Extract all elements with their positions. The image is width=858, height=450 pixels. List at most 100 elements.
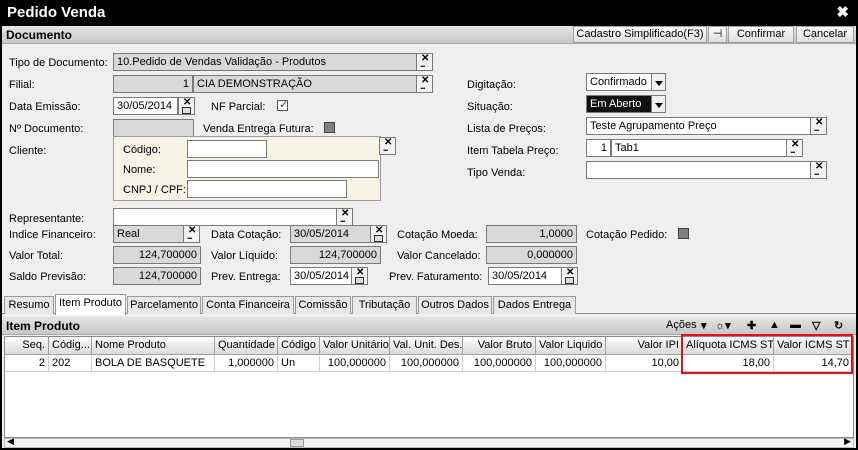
filial-name-field[interactable]: CIA DEMONSTRAÇÃO	[193, 75, 417, 93]
col-header-codigo-unidade[interactable]: Código	[278, 337, 320, 355]
prev-faturamento-field[interactable]: 30/05/2014	[488, 267, 562, 285]
tipo-documento-lookup-button[interactable]: ✕...	[416, 53, 433, 71]
item-tabela-preco-lookup-button[interactable]: ✕...	[786, 139, 803, 157]
cliente-nome-input[interactable]	[187, 160, 379, 178]
indice-financeiro-field[interactable]: Real	[113, 225, 184, 243]
prev-entrega-field[interactable]: 30/05/2014	[290, 267, 352, 285]
cliente-codigo-label: Código:	[123, 144, 161, 156]
col-header-val-unit-des[interactable]: Val. Unit. Des.	[390, 337, 463, 355]
cadastro-simplificado-button[interactable]: Cadastro Simplificado(F3)	[573, 26, 707, 43]
confirmar-button[interactable]: Confirmar	[728, 26, 794, 43]
chevron-down-icon[interactable]: ▾	[701, 319, 707, 332]
horizontal-scrollbar[interactable]: ◀ ▶	[4, 436, 854, 448]
filter-icon[interactable]: ▽	[812, 319, 820, 332]
col-header-nome-produto[interactable]: Nome Produto	[92, 337, 215, 355]
digitacao-select[interactable]: Confirmado	[586, 73, 652, 91]
tipo-documento-field[interactable]: 10.Pedido de Vendas Validação - Produtos	[113, 53, 417, 71]
numero-documento-field[interactable]	[113, 119, 194, 137]
cotacao-pedido-label: Cotação Pedido:	[586, 229, 668, 241]
prev-entrega-calendar-button[interactable]: ✕	[351, 267, 368, 285]
data-emissao-field[interactable]: 30/05/2014	[113, 97, 178, 115]
data-emissao-calendar-button[interactable]: ✕	[178, 97, 195, 115]
pin-icon[interactable]: ⊣	[708, 26, 727, 43]
cotacao-moeda-field[interactable]: 1,0000	[486, 225, 577, 243]
table-row-cell-valor-ipi[interactable]: 10,00	[606, 356, 683, 372]
tab-item-produto[interactable]: Item Produto	[55, 294, 126, 315]
tipo-venda-field[interactable]	[586, 161, 811, 179]
table-row-cell-codigo[interactable]: 202	[49, 356, 92, 372]
table-row-cell-valor-unitario[interactable]: 100,000000	[320, 356, 390, 372]
documento-header: Documento Cadastro Simplificado(F3) ⊣ Co…	[2, 26, 856, 44]
col-header-valor-unitario[interactable]: Valor Unitário	[320, 337, 390, 355]
cliente-lookup-button[interactable]: ✕...	[379, 137, 396, 155]
tab-dados-entrega[interactable]: Dados Entrega	[493, 296, 576, 314]
tab-parcelamento[interactable]: Parcelamento	[127, 296, 201, 314]
data-emissao-label: Data Emissão:	[9, 101, 81, 113]
cancelar-button[interactable]: Cancelar	[796, 26, 854, 43]
col-header-valor-liquido[interactable]: Valor Liquido	[536, 337, 606, 355]
item-tabela-preco-label: Item Tabela Preço:	[467, 145, 559, 157]
cliente-cnpj-input[interactable]	[187, 180, 347, 198]
remove-icon[interactable]: ▬	[790, 319, 801, 331]
cliente-codigo-input[interactable]	[187, 140, 267, 158]
table-row-cell-nome-produto[interactable]: BOLA DE BASQUETE	[92, 356, 215, 372]
situacao-dropdown-button[interactable]	[651, 95, 666, 113]
lista-precos-lookup-button[interactable]: ✕...	[810, 117, 827, 135]
col-header-valor-ipi[interactable]: Valor IPI	[606, 337, 683, 355]
nf-parcial-checkbox[interactable]: ✓	[277, 99, 288, 111]
digitacao-dropdown-button[interactable]	[651, 73, 666, 91]
representante-field[interactable]	[113, 208, 337, 226]
tipo-venda-lookup-button[interactable]: ✕...	[810, 161, 827, 179]
col-header-seq[interactable]: Seq.	[5, 337, 49, 355]
add-icon[interactable]: ✚	[747, 319, 756, 332]
gear-icon[interactable]: ☼▾	[715, 319, 731, 332]
tab-conta-financeira[interactable]: Conta Financeira	[202, 296, 294, 314]
table-row-cell-valor-bruto[interactable]: 100,000000	[463, 356, 536, 372]
tab-tributacao[interactable]: Tributação	[352, 296, 417, 314]
table-row-cell-val-unit-des[interactable]: 100,000000	[390, 356, 463, 372]
prev-faturamento-calendar-button[interactable]: ✕	[561, 267, 578, 285]
saldo-previsao-label: Saldo Previsão:	[9, 271, 87, 283]
ellipsis-icon: ...	[187, 231, 192, 241]
filial-code-field[interactable]: 1	[113, 75, 193, 93]
ellipsis-icon: ...	[790, 145, 795, 155]
calendar-icon	[182, 107, 191, 114]
venda-entrega-futura-label: Venda Entrega Futura:	[203, 123, 314, 135]
table-row-cell-valor-liquido[interactable]: 100,000000	[536, 356, 606, 372]
highlight-box	[681, 334, 853, 374]
cotacao-pedido-checkbox[interactable]	[678, 228, 689, 239]
calendar-icon	[374, 235, 383, 242]
venda-entrega-futura-checkbox[interactable]	[324, 122, 335, 133]
filial-lookup-button[interactable]: ✕...	[416, 75, 433, 93]
col-header-quantidade[interactable]: Quantidade	[215, 337, 278, 355]
lista-precos-field[interactable]: Teste Agrupamento Preço	[586, 117, 811, 135]
lista-precos-label: Lista de Preços:	[467, 123, 546, 135]
tab-outros-dados[interactable]: Outros Dados	[418, 296, 492, 314]
representante-lookup-button[interactable]: ✕...	[336, 208, 353, 226]
move-up-icon[interactable]: ▲	[769, 319, 780, 331]
scroll-right-icon[interactable]: ▶	[844, 436, 851, 447]
close-icon[interactable]: ✖	[836, 3, 849, 21]
tab-comissao[interactable]: Comissão	[295, 296, 351, 314]
tab-resumo[interactable]: Resumo	[4, 296, 54, 314]
acoes-menu[interactable]: Ações	[666, 319, 697, 331]
item-tabela-preco-code[interactable]: 1	[586, 139, 611, 157]
tab-bar: Resumo Item Produto Parcelamento Conta F…	[2, 294, 856, 315]
item-tabela-preco-name[interactable]: Tab1	[611, 139, 787, 157]
table-row-cell-seq[interactable]: 2	[5, 356, 49, 372]
data-cotacao-field[interactable]: 30/05/2014	[290, 225, 371, 243]
data-cotacao-calendar-button[interactable]: ✕	[370, 225, 387, 243]
table-row-cell-unidade[interactable]: Un	[278, 356, 320, 372]
col-header-codigo[interactable]: Códig...	[49, 337, 92, 355]
table-row-cell-quantidade[interactable]: 1,000000	[215, 356, 278, 372]
scrollbar-thumb[interactable]	[290, 439, 304, 447]
valor-total-label: Valor Total:	[9, 250, 64, 262]
situacao-select[interactable]: Em Aberto	[586, 95, 652, 113]
cotacao-moeda-label: Cotação Moeda:	[397, 229, 478, 241]
numero-documento-label: Nº Documento:	[9, 123, 84, 135]
refresh-icon[interactable]: ↻	[834, 319, 843, 332]
indice-financeiro-lookup-button[interactable]: ✕...	[183, 225, 200, 243]
tipo-venda-label: Tipo Venda:	[467, 167, 526, 179]
col-header-valor-bruto[interactable]: Valor Bruto	[463, 337, 536, 355]
scroll-left-icon[interactable]: ◀	[7, 436, 14, 447]
